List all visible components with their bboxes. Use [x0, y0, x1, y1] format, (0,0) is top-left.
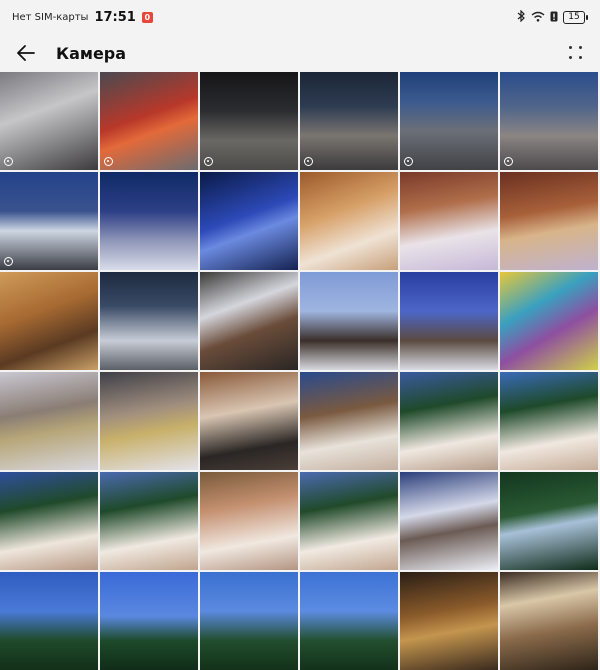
four-dots-icon	[569, 56, 572, 59]
bluetooth-icon	[517, 9, 526, 24]
photo-thumbnail[interactable]	[100, 272, 198, 370]
app-header: Камера	[0, 34, 600, 72]
photo-thumbnail[interactable]	[200, 372, 298, 470]
photo-thumbnail[interactable]	[400, 372, 498, 470]
battery-tip	[586, 14, 588, 20]
photo-thumbnail[interactable]	[100, 72, 198, 170]
photo-thumbnail[interactable]	[200, 572, 298, 670]
sim-status: Нет SIM-карты	[12, 11, 89, 23]
photo-thumbnail[interactable]	[500, 72, 598, 170]
photo-thumbnail[interactable]	[300, 372, 398, 470]
live-photo-icon	[104, 157, 113, 166]
photo-thumbnail[interactable]	[200, 72, 298, 170]
back-button[interactable]	[14, 41, 38, 65]
photo-thumbnail[interactable]	[400, 572, 498, 670]
photo-thumbnail[interactable]	[300, 172, 398, 270]
battery-icon: 15	[563, 10, 588, 24]
live-photo-icon	[4, 257, 13, 266]
photo-thumbnail[interactable]	[200, 172, 298, 270]
clock: 17:51	[94, 9, 136, 25]
live-photo-icon	[4, 157, 13, 166]
photo-thumbnail[interactable]	[100, 472, 198, 570]
photo-thumbnail[interactable]	[400, 172, 498, 270]
photo-thumbnail[interactable]	[400, 472, 498, 570]
more-options-button[interactable]	[566, 43, 586, 63]
photo-grid	[0, 72, 600, 670]
photo-thumbnail[interactable]	[300, 572, 398, 670]
battery-level: 15	[563, 10, 585, 24]
photo-thumbnail[interactable]	[100, 172, 198, 270]
photo-thumbnail[interactable]	[500, 372, 598, 470]
photo-thumbnail[interactable]	[500, 472, 598, 570]
live-photo-icon	[504, 157, 513, 166]
photo-thumbnail[interactable]	[400, 272, 498, 370]
page-title: Камера	[56, 43, 127, 63]
four-dots-icon	[569, 46, 572, 49]
photo-thumbnail[interactable]	[300, 472, 398, 570]
live-photo-icon	[404, 157, 413, 166]
status-right: 15	[517, 9, 588, 24]
photo-thumbnail[interactable]	[500, 172, 598, 270]
photo-thumbnail[interactable]	[100, 572, 198, 670]
photo-thumbnail[interactable]	[0, 172, 98, 270]
notification-badge: 0	[141, 11, 153, 23]
photo-thumbnail[interactable]	[300, 72, 398, 170]
photo-thumbnail[interactable]	[100, 372, 198, 470]
photo-thumbnail[interactable]	[300, 272, 398, 370]
wifi-icon	[531, 11, 545, 24]
live-photo-icon	[204, 157, 213, 166]
photo-thumbnail[interactable]	[500, 272, 598, 370]
photo-thumbnail[interactable]	[0, 472, 98, 570]
arrow-left-icon	[17, 45, 35, 61]
four-dots-icon	[579, 46, 582, 49]
photo-thumbnail[interactable]	[500, 572, 598, 670]
photo-thumbnail[interactable]	[0, 72, 98, 170]
photo-thumbnail[interactable]	[0, 572, 98, 670]
four-dots-icon	[579, 56, 582, 59]
photo-thumbnail[interactable]	[0, 272, 98, 370]
live-photo-icon	[304, 157, 313, 166]
photo-thumbnail[interactable]	[0, 372, 98, 470]
photo-thumbnail[interactable]	[200, 472, 298, 570]
alert-icon	[550, 11, 558, 24]
photo-thumbnail[interactable]	[400, 72, 498, 170]
photo-thumbnail[interactable]	[200, 272, 298, 370]
status-left: Нет SIM-карты 17:51 0	[12, 10, 153, 25]
status-bar: Нет SIM-карты 17:51 0 15	[0, 0, 600, 34]
